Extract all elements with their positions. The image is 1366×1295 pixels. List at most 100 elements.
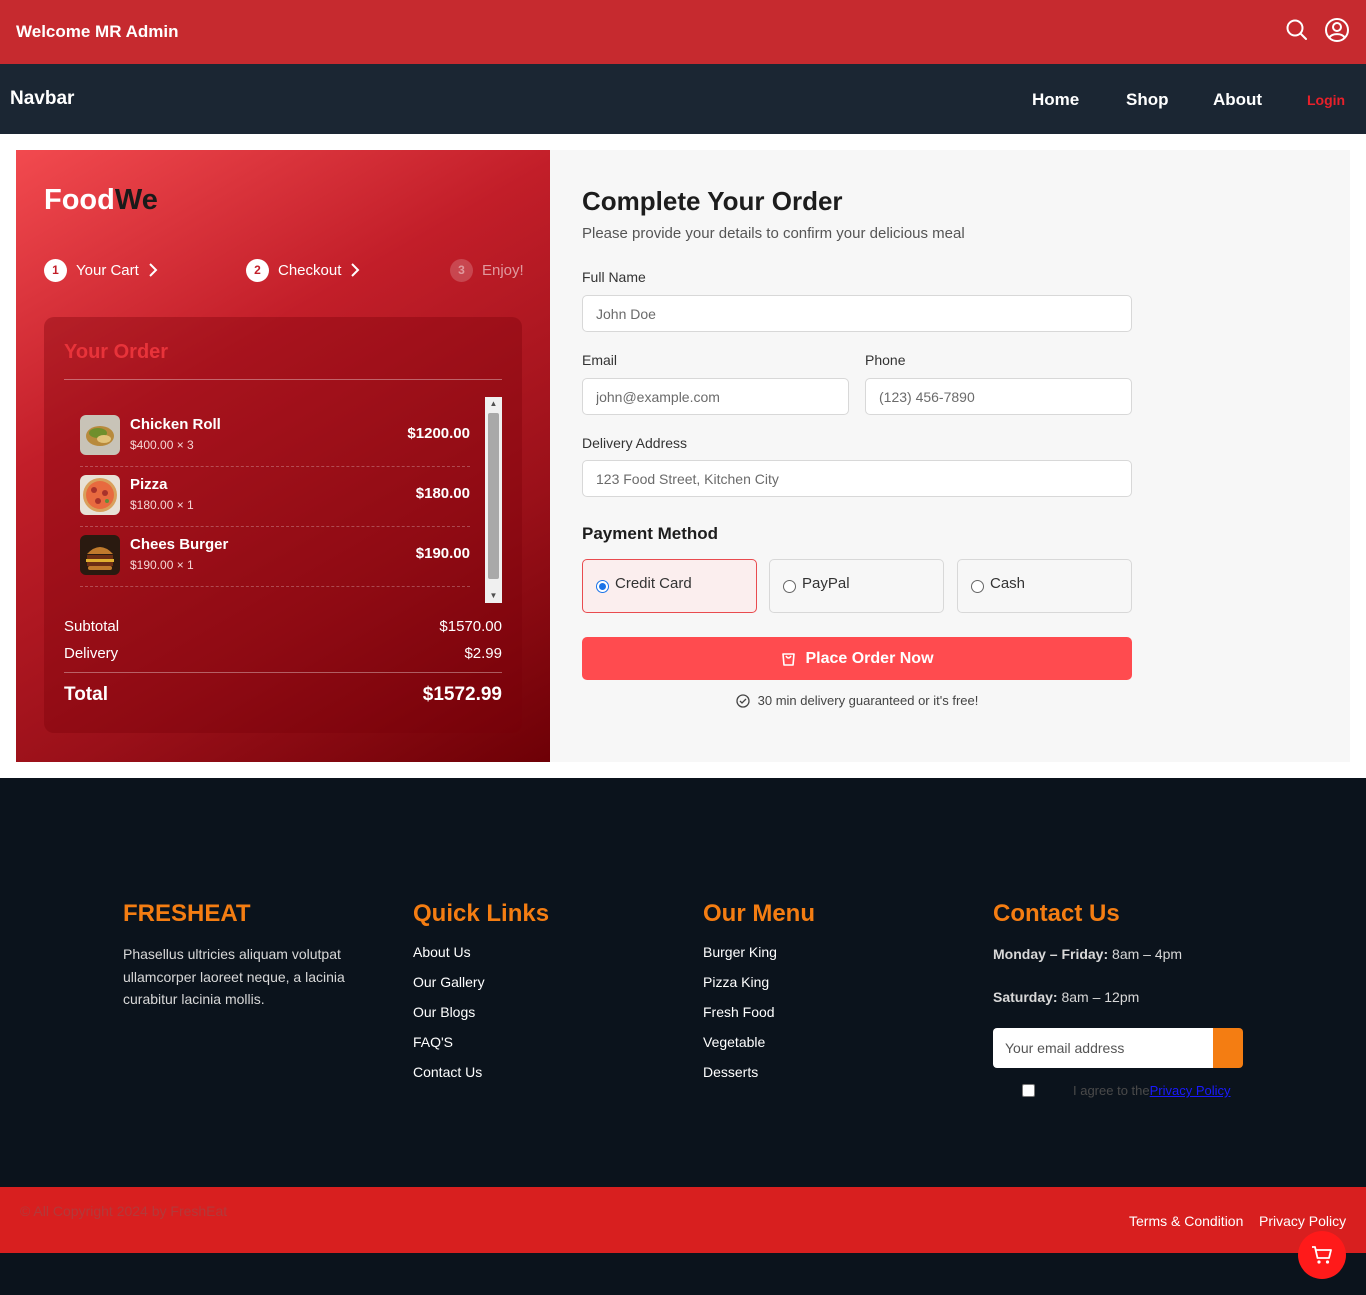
nav-home-link[interactable]: Home: [1032, 90, 1079, 110]
newsletter-submit-button[interactable]: [1213, 1028, 1243, 1068]
address-label: Delivery Address: [582, 435, 688, 451]
item-price: $1200.00: [407, 425, 470, 442]
nav-about-link[interactable]: About: [1213, 90, 1262, 110]
item-price: $180.00: [415, 485, 470, 502]
hours-weekday-value: 8am – 4pm: [1112, 946, 1183, 962]
nav-shop-link[interactable]: Shop: [1126, 90, 1169, 110]
divider: [64, 379, 502, 380]
step-cart[interactable]: 1 Your Cart: [44, 258, 159, 282]
order-items-scrollbar[interactable]: ▲ ▼: [485, 397, 502, 603]
search-icon[interactable]: [1284, 17, 1310, 43]
welcome-text: Welcome MR Admin: [16, 22, 179, 41]
place-order-label: Place Order Now: [805, 649, 934, 667]
privacy-policy-bottom-link[interactable]: Privacy Policy: [1259, 1213, 1346, 1229]
navbar-brand[interactable]: Navbar: [10, 88, 74, 110]
scroll-up-arrow[interactable]: ▲: [485, 397, 502, 411]
total-value: $1572.99: [422, 684, 502, 705]
step-label: Enjoy!: [482, 261, 524, 279]
footer-link-gallery[interactable]: Our Gallery: [413, 974, 485, 990]
scrollbar-thumb[interactable]: [488, 413, 499, 579]
foodwe-logo: FoodWe: [44, 184, 158, 217]
privacy-agree-checkbox[interactable]: [1022, 1084, 1035, 1097]
item-price: $190.00: [415, 545, 470, 562]
payment-option-paypal[interactable]: PayPal: [769, 559, 944, 613]
hours-weekday-label: Monday – Friday:: [993, 946, 1109, 962]
order-item: Chicken Roll $400.00 × 3 $1200.00: [80, 407, 470, 467]
floating-cart-button[interactable]: [1298, 1231, 1346, 1279]
privacy-policy-link[interactable]: Privacy Policy: [1150, 1083, 1231, 1098]
nav-login-link[interactable]: Login: [1307, 92, 1345, 108]
order-box: Your Order Chicken Roll $400.00 × 3 $120…: [44, 317, 522, 733]
hours-saturday-value: 8am – 12pm: [1061, 989, 1140, 1005]
order-items-list[interactable]: Chicken Roll $400.00 × 3 $1200.00 Pizza …: [80, 407, 470, 595]
subtotal-label: Subtotal: [64, 618, 120, 635]
guarantee-text: 30 min delivery guaranteed or it's free!: [757, 693, 979, 708]
phone-input[interactable]: [865, 378, 1132, 415]
agree-text: I agree to the: [1073, 1083, 1150, 1098]
delivery-label: Delivery: [64, 645, 119, 662]
footer-contact-title: Contact Us: [993, 900, 1120, 927]
payment-option-label: Cash: [990, 575, 1026, 592]
radio-selected[interactable]: [596, 580, 609, 593]
form-subtitle: Please provide your details to confirm y…: [582, 225, 965, 242]
payment-option-label: Credit Card: [615, 575, 692, 592]
footer-menu-burger-king[interactable]: Burger King: [703, 944, 777, 960]
logo-part-2: We: [114, 184, 158, 216]
footer-menu-fresh-food[interactable]: Fresh Food: [703, 1004, 775, 1020]
subtotal-row: Subtotal $1570.00: [64, 618, 502, 635]
footer-link-faq[interactable]: FAQ'S: [413, 1034, 453, 1050]
item-detail: $180.00 × 1: [130, 498, 194, 512]
step-number: 2: [246, 258, 269, 282]
radio[interactable]: [783, 580, 796, 593]
cart-icon: [1312, 1246, 1332, 1264]
payment-method-title: Payment Method: [582, 524, 719, 543]
payment-option-label: PayPal: [802, 575, 850, 592]
footer-about-title: FRESHEAT: [123, 900, 251, 927]
user-icon[interactable]: [1324, 17, 1350, 43]
footer-menu-title: Our Menu: [703, 900, 815, 927]
check-circle-icon: [735, 693, 750, 708]
step-checkout[interactable]: 2 Checkout: [246, 258, 361, 282]
order-title: Your Order: [64, 341, 169, 363]
full-name-input[interactable]: [582, 295, 1132, 332]
footer-link-blogs[interactable]: Our Blogs: [413, 1004, 475, 1020]
chicken-roll-image: [80, 415, 120, 455]
step-number: 3: [450, 258, 473, 282]
chevron-right-icon: [149, 263, 158, 277]
delivery-guarantee: 30 min delivery guaranteed or it's free!: [582, 693, 1132, 708]
step-label: Your Cart: [76, 261, 139, 279]
footer-menu-desserts[interactable]: Desserts: [703, 1064, 758, 1080]
newsletter-email-input[interactable]: [993, 1028, 1213, 1068]
item-name: Chees Burger: [130, 536, 229, 553]
step-enjoy[interactable]: 3 Enjoy!: [450, 258, 524, 282]
item-name: Chicken Roll: [130, 416, 221, 433]
radio[interactable]: [971, 580, 984, 593]
place-order-button[interactable]: Place Order Now: [582, 637, 1132, 680]
delivery-row: Delivery $2.99: [64, 645, 502, 662]
bottom-bar: © All Copyright 2024 by FreshEat Terms &…: [0, 1187, 1366, 1253]
shopping-bag-icon: [782, 653, 796, 666]
pizza-image: [80, 475, 120, 515]
checkout-section: FoodWe 1 Your Cart 2 Checkout 3 Enjoy! Y…: [0, 134, 1366, 778]
step-label: Checkout: [278, 261, 342, 279]
footer-menu-vegetable[interactable]: Vegetable: [703, 1034, 765, 1050]
scroll-down-arrow[interactable]: ▼: [485, 589, 502, 603]
total-row: Total $1572.99: [64, 684, 502, 706]
footer-menu-pizza-king[interactable]: Pizza King: [703, 974, 769, 990]
form-title: Complete Your Order: [582, 186, 843, 216]
hours-weekday: Monday – Friday: 8am – 4pm: [993, 946, 1182, 962]
address-input[interactable]: [582, 460, 1132, 497]
terms-link[interactable]: Terms & Condition: [1129, 1213, 1243, 1229]
footer-link-contact[interactable]: Contact Us: [413, 1064, 482, 1080]
item-detail: $190.00 × 1: [130, 558, 194, 572]
privacy-agree-text: I agree to thePrivacy Policy: [1073, 1083, 1231, 1098]
payment-option-cash[interactable]: Cash: [957, 559, 1132, 613]
logo-part-1: Food: [44, 184, 115, 216]
email-input[interactable]: [582, 378, 849, 415]
payment-option-credit-card[interactable]: Credit Card: [582, 559, 757, 613]
step-number: 1: [44, 258, 67, 282]
footer-about-text: Phasellus ultricies aliquam volutpat ull…: [123, 946, 345, 1007]
item-name: Pizza: [130, 476, 168, 493]
delivery-value: $2.99: [464, 645, 502, 662]
footer-link-about-us[interactable]: About Us: [413, 944, 471, 960]
